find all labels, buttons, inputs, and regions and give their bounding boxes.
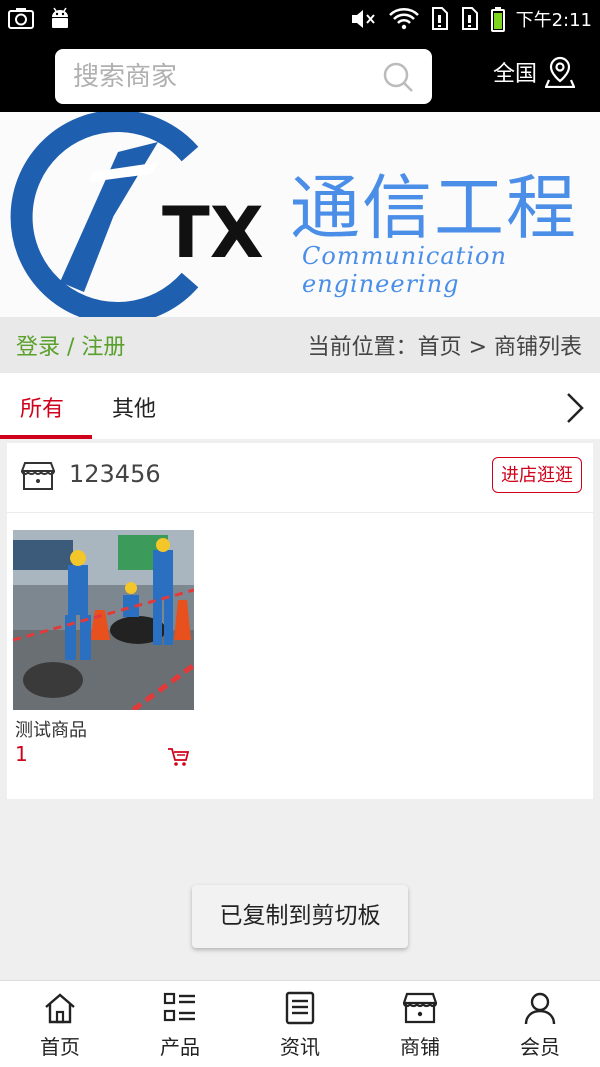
status-right: 下午2:11 xyxy=(350,6,592,32)
status-time: 下午2:11 xyxy=(515,10,592,31)
search-icon[interactable] xyxy=(382,61,414,93)
breadcrumb-bar: 登录 / 注册 当前位置：首页 > 商铺列表 xyxy=(0,317,600,373)
top-header: 全国 xyxy=(0,40,600,112)
status-left xyxy=(8,6,72,30)
nav-label-news: 资讯 xyxy=(280,1035,320,1059)
search-box[interactable] xyxy=(55,49,432,104)
banner-title: 通信工程 xyxy=(290,167,578,249)
banner-subtitle: Communication engineering xyxy=(302,242,507,298)
product-price: 1 xyxy=(15,742,28,766)
nav-item-news[interactable]: 资讯 xyxy=(240,981,360,1067)
category-tabs: 所有 其他 xyxy=(0,373,600,439)
region-label: 全国 xyxy=(493,62,538,87)
bottom-nav: 首页 产品 资讯 商铺 会员 xyxy=(0,980,600,1067)
store-card: 123456 进店逛逛 测试商品 1 xyxy=(7,443,593,799)
active-tab-indicator xyxy=(0,435,92,439)
store-icon xyxy=(21,462,55,490)
tab-other[interactable]: 其他 xyxy=(112,391,156,423)
news-icon xyxy=(285,991,315,1025)
nav-item-products[interactable]: 产品 xyxy=(120,981,240,1067)
screenshot-icon xyxy=(8,8,34,29)
logo-text: TX xyxy=(162,192,264,274)
tab-all[interactable]: 所有 xyxy=(20,391,64,423)
search-input[interactable] xyxy=(73,49,373,104)
nav-label-shops: 商铺 xyxy=(400,1035,440,1059)
nav-item-home[interactable]: 首页 xyxy=(0,981,120,1067)
nav-item-member[interactable]: 会员 xyxy=(480,981,600,1067)
banner: TX 通信工程 Communication engineering xyxy=(0,112,600,317)
nav-item-shops[interactable]: 商铺 xyxy=(360,981,480,1067)
mute-icon xyxy=(351,10,375,28)
location-pin-icon xyxy=(545,56,576,88)
grid-list-icon xyxy=(163,992,195,1022)
chevron-right-icon[interactable] xyxy=(564,391,586,425)
region-selector[interactable]: 全国 xyxy=(493,56,576,88)
battery-icon xyxy=(490,7,505,32)
nav-label-home: 首页 xyxy=(40,1035,80,1059)
nav-label-products: 产品 xyxy=(160,1035,200,1059)
wifi-icon xyxy=(388,8,419,30)
status-bar: 下午2:11 xyxy=(0,0,600,40)
toast-message: 已复制到剪切板 xyxy=(192,885,408,948)
sim2-icon xyxy=(461,7,478,30)
home-icon xyxy=(45,993,75,1024)
product-image[interactable] xyxy=(13,530,194,710)
user-icon xyxy=(524,992,556,1025)
breadcrumb: 当前位置：首页 > 商铺列表 xyxy=(307,335,582,360)
login-register-link[interactable]: 登录 / 注册 xyxy=(16,329,125,361)
shop-icon xyxy=(403,992,437,1024)
product-item[interactable]: 测试商品 1 xyxy=(13,530,194,766)
product-name[interactable]: 测试商品 xyxy=(15,716,87,742)
store-name: 123456 xyxy=(69,460,161,488)
cart-icon[interactable] xyxy=(167,746,189,768)
android-icon xyxy=(52,7,68,28)
visit-store-button[interactable]: 进店逛逛 xyxy=(492,457,582,493)
sim1-icon xyxy=(431,7,448,30)
store-header: 123456 进店逛逛 xyxy=(7,443,593,513)
nav-label-member: 会员 xyxy=(520,1035,560,1059)
